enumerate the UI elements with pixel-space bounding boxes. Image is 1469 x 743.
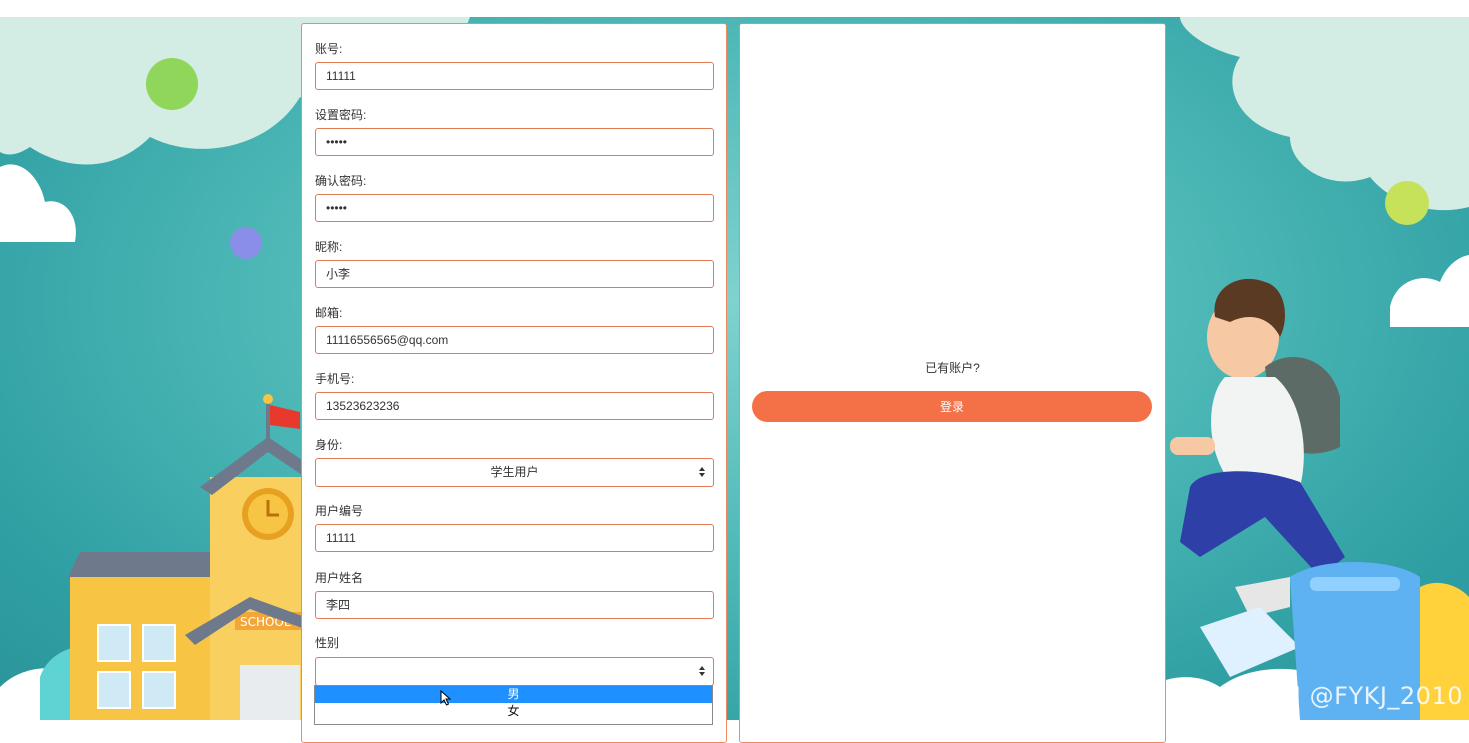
user-name-label: 用户姓名 bbox=[315, 571, 364, 585]
gender-option-female[interactable]: 女 bbox=[315, 703, 712, 720]
gender-select[interactable] bbox=[315, 657, 714, 686]
user-number-input[interactable]: 11111 bbox=[315, 524, 714, 552]
background-scene: SCHOOL bbox=[0, 17, 1469, 720]
login-button[interactable]: 登录 bbox=[752, 391, 1152, 422]
phone-label: 手机号: bbox=[315, 372, 355, 386]
have-account-text: 已有账户? bbox=[925, 361, 980, 375]
login-panel: 已有账户? 登录 bbox=[739, 23, 1166, 743]
user-name-input[interactable]: 李四 bbox=[315, 591, 714, 619]
nickname-label: 昵称: bbox=[315, 240, 343, 254]
confirm-password-input[interactable]: ••••• bbox=[315, 194, 714, 222]
gender-label: 性别 bbox=[315, 636, 340, 650]
phone-input[interactable]: 13523623236 bbox=[315, 392, 714, 420]
select-updown-icon bbox=[699, 666, 705, 676]
account-label: 账号: bbox=[315, 42, 343, 56]
email-input[interactable]: 11116556565@qq.com bbox=[315, 326, 714, 354]
nickname-input[interactable]: 小李 bbox=[315, 260, 714, 288]
user-number-label: 用户编号 bbox=[315, 504, 364, 518]
identity-select-value: 学生用户 bbox=[490, 465, 539, 479]
gender-option-male[interactable]: 男 bbox=[315, 686, 712, 703]
identity-label: 身份: bbox=[315, 438, 343, 452]
set-password-input[interactable]: ••••• bbox=[315, 128, 714, 156]
top-strip bbox=[0, 0, 1469, 17]
set-password-label: 设置密码: bbox=[315, 108, 367, 122]
confirm-password-label: 确认密码: bbox=[315, 174, 367, 188]
account-input[interactable]: 11111 bbox=[315, 62, 714, 90]
background-illustration: SCHOOL bbox=[0, 17, 1469, 720]
register-form-panel: 账号: 11111 设置密码: ••••• 确认密码: ••••• 昵称: 小李… bbox=[301, 23, 727, 743]
identity-select[interactable]: 学生用户 bbox=[315, 458, 714, 487]
watermark-text: CSDN @FYKJ_2010 bbox=[1231, 682, 1463, 710]
gender-dropdown-list: 男 女 bbox=[314, 685, 713, 725]
mouse-cursor-icon bbox=[440, 690, 452, 706]
select-updown-icon bbox=[699, 467, 705, 477]
email-label: 邮箱: bbox=[315, 306, 343, 320]
